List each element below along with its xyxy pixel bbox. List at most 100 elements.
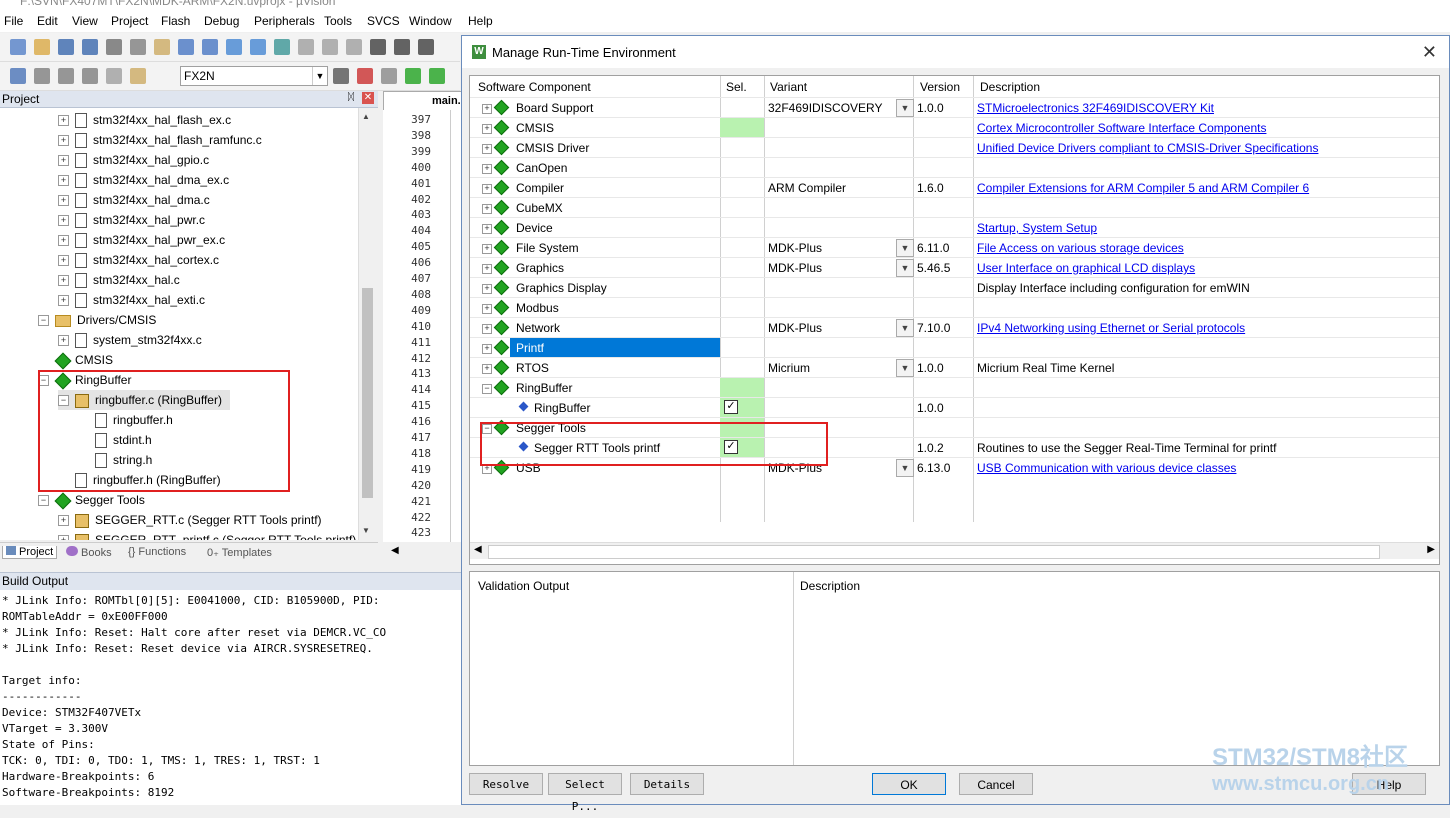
tree-item[interactable]: CMSIS bbox=[38, 350, 121, 370]
checkbox-checked[interactable]: ✓ bbox=[724, 400, 738, 414]
toolbar-button-icon[interactable] bbox=[274, 39, 290, 55]
expand-icon[interactable]: + bbox=[58, 195, 69, 207]
selection-cell[interactable] bbox=[720, 98, 764, 117]
expand-icon[interactable]: + bbox=[482, 324, 492, 334]
scroll-right-icon[interactable]: ▶ bbox=[1427, 544, 1435, 555]
collapse-icon[interactable]: − bbox=[38, 315, 49, 327]
collapse-icon[interactable]: − bbox=[38, 495, 49, 507]
grid-horizontal-scrollbar[interactable]: ◀ ▶ bbox=[470, 542, 1439, 559]
toolbar-button-icon[interactable] bbox=[418, 39, 434, 55]
tree-item[interactable]: − Drivers/CMSIS bbox=[38, 310, 164, 330]
component-row[interactable]: + RTOS Micrium ▼ 1.0.0 Micrium Real Time Kern… bbox=[470, 357, 1439, 378]
select-packs-button[interactable]: Select P... bbox=[548, 773, 622, 813]
toolbar-button-icon[interactable] bbox=[106, 68, 122, 84]
tree-item[interactable]: + stm32f4xx_hal_flash_ramfunc.c bbox=[58, 130, 270, 150]
expand-icon[interactable]: + bbox=[58, 175, 69, 187]
component-row[interactable]: + Network MDK-Plus ▼ 7.10.0 IPv4 Networking u… bbox=[470, 317, 1439, 338]
expand-icon[interactable]: + bbox=[58, 155, 69, 167]
menu-item-flash[interactable]: Flash bbox=[161, 14, 190, 28]
toolbar-button-icon[interactable] bbox=[370, 39, 386, 55]
menu-item-help[interactable]: Help bbox=[468, 14, 493, 28]
toolbar-button-icon[interactable] bbox=[106, 39, 122, 55]
component-row[interactable]: + CMSIS Driver Unified Device Drivers comp… bbox=[470, 137, 1439, 158]
selection-cell[interactable] bbox=[720, 118, 764, 137]
description-link[interactable]: USB Communication with various device cl… bbox=[977, 461, 1236, 475]
component-row[interactable]: + Board Support 32F469IDISCOVERY ▼ 1.0.0 STMi… bbox=[470, 97, 1439, 118]
selection-cell[interactable] bbox=[720, 238, 764, 257]
expand-icon[interactable]: + bbox=[58, 115, 69, 127]
expand-icon[interactable]: + bbox=[58, 335, 69, 347]
toolbar-button-icon[interactable] bbox=[381, 68, 397, 84]
expand-icon[interactable]: + bbox=[482, 104, 492, 114]
selection-cell[interactable] bbox=[720, 378, 764, 397]
tab-functions[interactable]: {} Functions bbox=[128, 546, 186, 558]
selection-cell[interactable] bbox=[720, 158, 764, 177]
toolbar-button-icon[interactable] bbox=[154, 39, 170, 55]
toolbar-button-icon[interactable] bbox=[82, 68, 98, 84]
expand-icon[interactable]: + bbox=[58, 275, 69, 287]
toolbar-button-icon[interactable] bbox=[346, 39, 362, 55]
menu-item-svcs[interactable]: SVCS bbox=[367, 14, 400, 28]
expand-icon[interactable]: + bbox=[482, 124, 492, 134]
toolbar-button-icon[interactable] bbox=[10, 39, 26, 55]
component-row[interactable]: − RingBuffer bbox=[470, 377, 1439, 398]
tree-item[interactable]: + system_stm32f4xx.c bbox=[58, 330, 210, 350]
toolbar-button-icon[interactable] bbox=[130, 39, 146, 55]
scroll-left-icon[interactable]: ◀ bbox=[391, 545, 399, 556]
component-row[interactable]: + Graphics Display Display Interface inclu… bbox=[470, 277, 1439, 298]
expand-icon[interactable]: + bbox=[482, 204, 492, 214]
scroll-thumb[interactable] bbox=[362, 288, 373, 498]
expand-icon[interactable]: + bbox=[58, 215, 69, 227]
toolbar-button-icon[interactable] bbox=[58, 68, 74, 84]
component-row[interactable]: + CubeMX bbox=[470, 197, 1439, 218]
pin-icon[interactable]: ᛞ bbox=[348, 92, 354, 103]
menu-item-file[interactable]: File bbox=[4, 14, 23, 28]
expand-icon[interactable]: + bbox=[58, 135, 69, 147]
menu-item-debug[interactable]: Debug bbox=[204, 14, 239, 28]
toolbar-button-icon[interactable] bbox=[429, 68, 445, 84]
menu-item-project[interactable]: Project bbox=[111, 14, 148, 28]
editor-horizontal-scrollbar[interactable]: ◀ bbox=[383, 544, 463, 560]
selection-cell[interactable] bbox=[720, 218, 764, 237]
project-vertical-scrollbar[interactable]: ▲ ▼ bbox=[358, 108, 376, 540]
description-link[interactable]: File Access on various storage devices bbox=[977, 241, 1184, 255]
expand-icon[interactable]: + bbox=[58, 535, 69, 540]
column-header-sel[interactable]: Sel. bbox=[726, 80, 747, 94]
tree-item[interactable]: + stm32f4xx_hal_gpio.c bbox=[58, 150, 217, 170]
selection-cell[interactable]: ✓ bbox=[720, 398, 764, 417]
chevron-down-icon[interactable]: ▼ bbox=[312, 67, 327, 85]
toolbar-button-icon[interactable] bbox=[298, 39, 314, 55]
close-icon[interactable]: ✕ bbox=[362, 92, 374, 104]
editor-tab-main-c[interactable]: main.c bbox=[383, 91, 467, 111]
menu-item-tools[interactable]: Tools bbox=[324, 14, 352, 28]
toolbar-button-icon[interactable] bbox=[322, 39, 338, 55]
selection-cell[interactable] bbox=[720, 338, 764, 357]
expand-icon[interactable]: + bbox=[58, 255, 69, 267]
tree-item[interactable]: − Segger Tools bbox=[38, 490, 153, 510]
description-link[interactable]: Compiler Extensions for ARM Compiler 5 a… bbox=[977, 181, 1309, 195]
target-select[interactable]: FX2N ▼ bbox=[180, 66, 328, 86]
ok-button[interactable]: OK bbox=[872, 773, 946, 795]
toolbar-button-icon[interactable] bbox=[226, 39, 242, 55]
toolbar-button-icon[interactable] bbox=[82, 39, 98, 55]
selection-cell[interactable] bbox=[720, 318, 764, 337]
chevron-down-icon[interactable]: ▼ bbox=[896, 459, 914, 477]
component-row[interactable]: RingBuffer ✓ 1.0.0 bbox=[470, 397, 1439, 418]
toolbar-button-icon[interactable] bbox=[333, 68, 349, 84]
tree-item[interactable]: + SEGGER_RTT.c (Segger RTT Tools printf) bbox=[58, 510, 330, 530]
selection-cell[interactable] bbox=[720, 258, 764, 277]
scroll-left-icon[interactable]: ◀ bbox=[474, 544, 482, 555]
menu-item-peripherals[interactable]: Peripherals bbox=[254, 14, 315, 28]
description-link[interactable]: Unified Device Drivers compliant to CMSI… bbox=[977, 141, 1318, 155]
tree-item[interactable]: + stm32f4xx_hal_dma.c bbox=[58, 190, 218, 210]
tree-item[interactable]: + stm32f4xx_hal_cortex.c bbox=[58, 250, 227, 270]
tab-books[interactable]: Books bbox=[66, 546, 112, 559]
expand-icon[interactable]: + bbox=[482, 344, 492, 354]
component-row[interactable]: + Graphics MDK-Plus ▼ 5.46.5 User Interface o… bbox=[470, 257, 1439, 278]
menu-item-view[interactable]: View bbox=[72, 14, 98, 28]
selection-cell[interactable] bbox=[720, 298, 764, 317]
selection-cell[interactable] bbox=[720, 358, 764, 377]
tree-item[interactable]: + stm32f4xx_hal_pwr_ex.c bbox=[58, 230, 233, 250]
close-icon[interactable]: ✕ bbox=[1422, 42, 1437, 63]
expand-icon[interactable]: + bbox=[58, 235, 69, 247]
